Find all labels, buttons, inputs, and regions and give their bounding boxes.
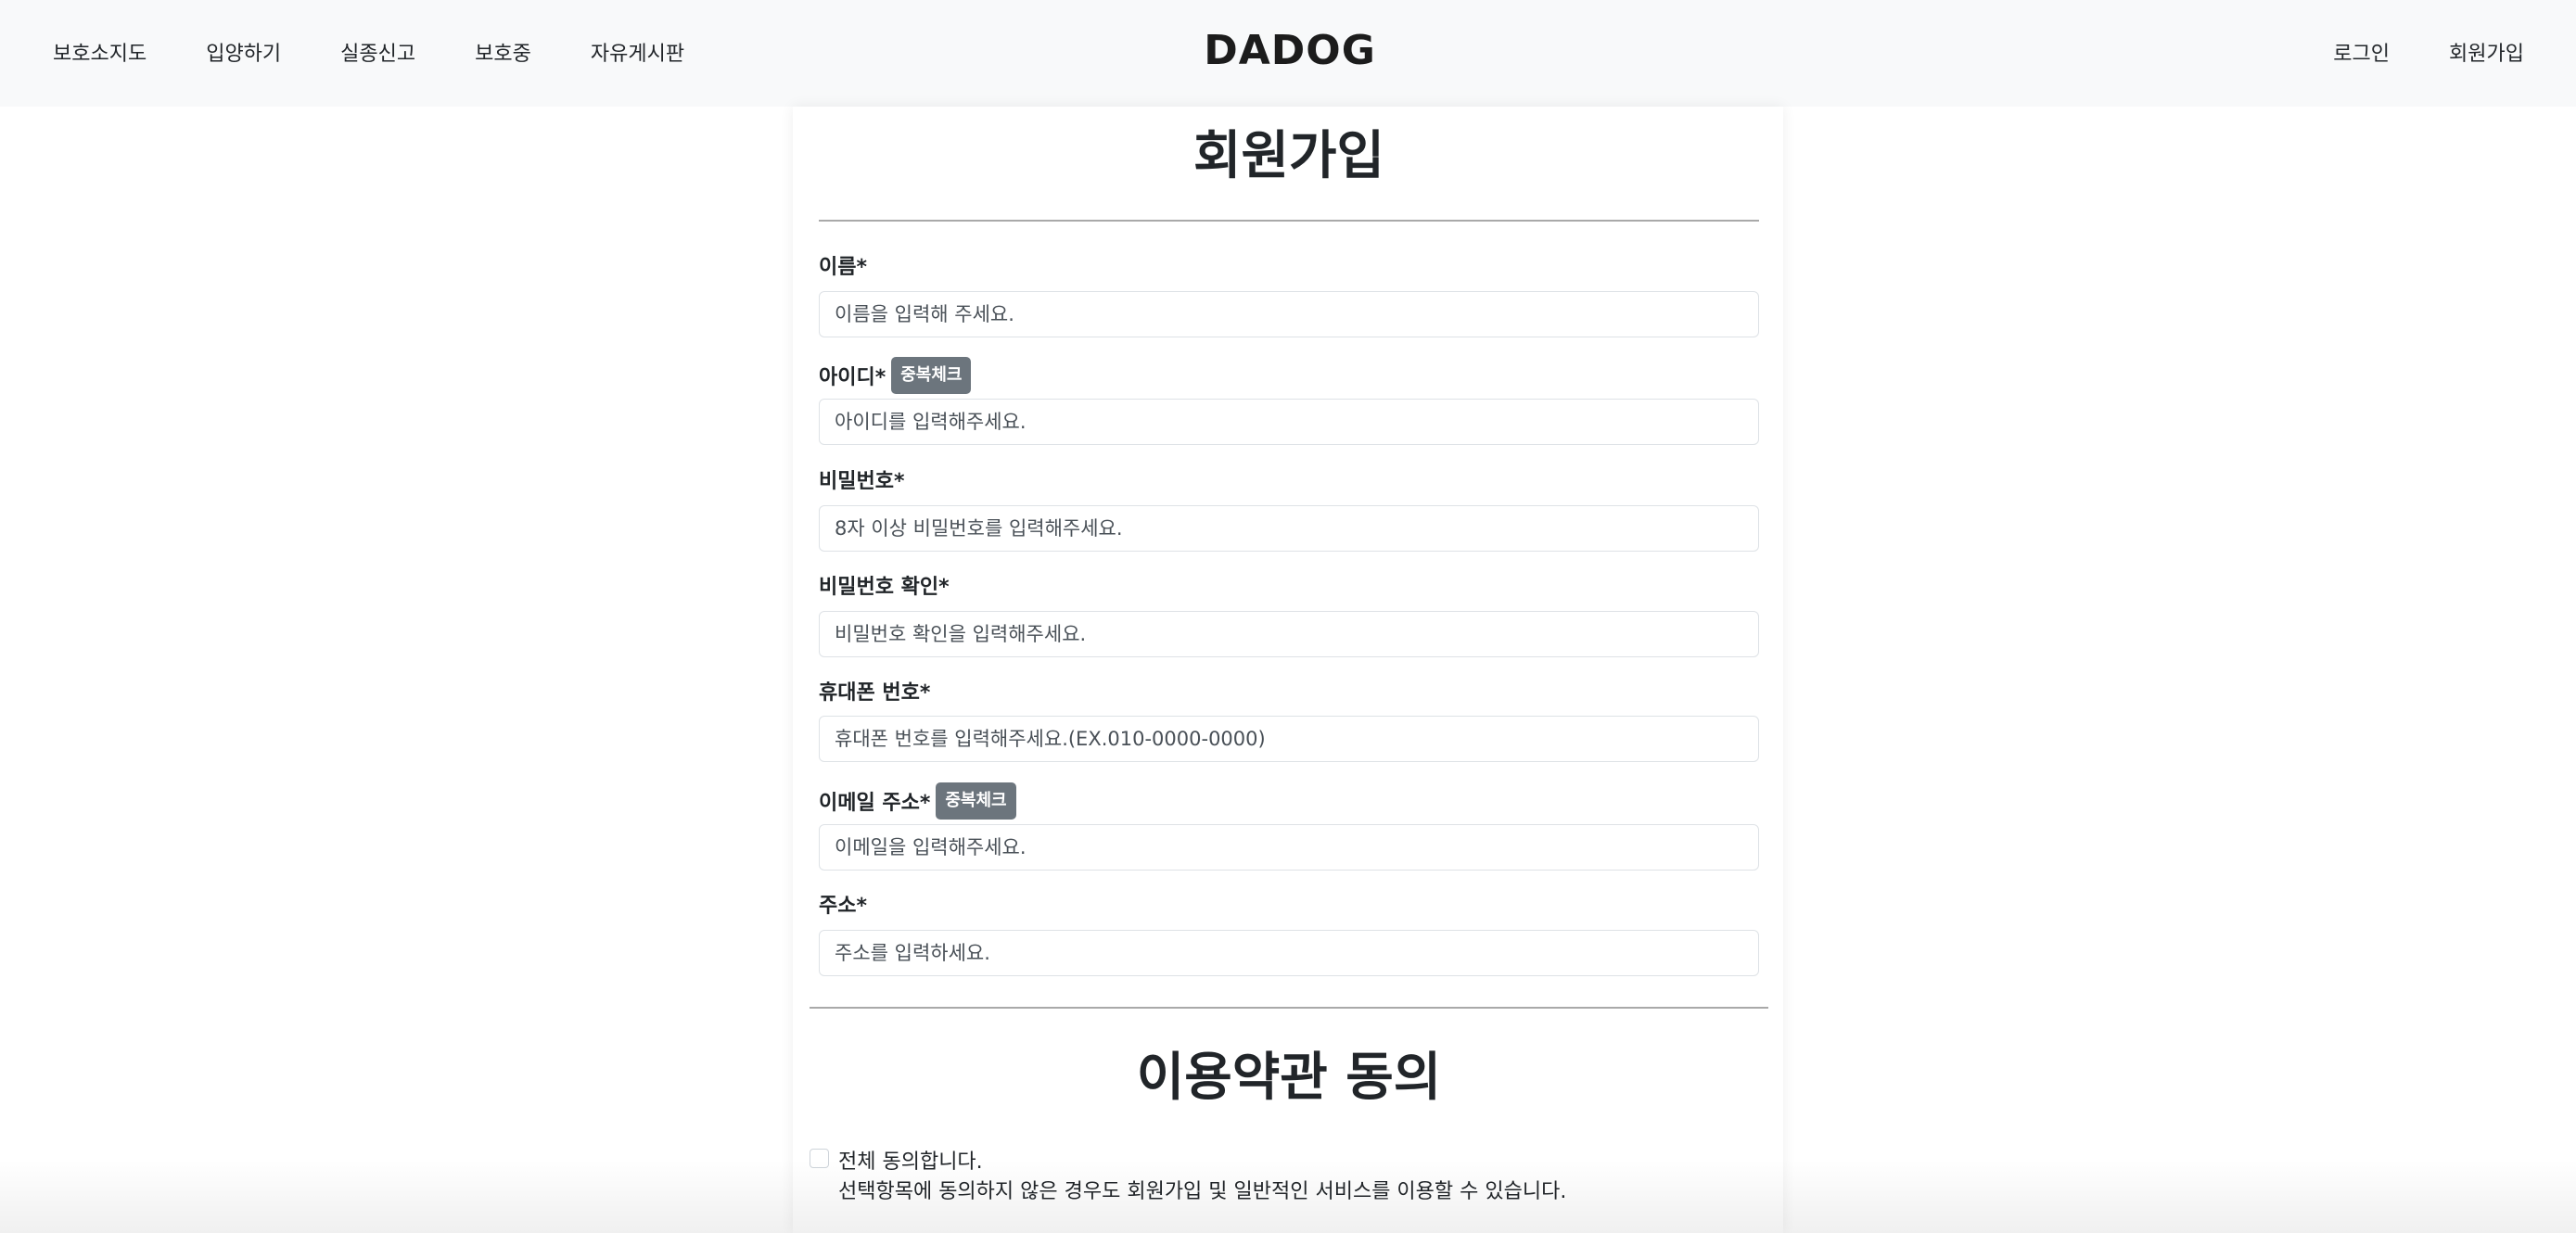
- address-label-text: 주소*: [819, 895, 867, 918]
- signup-card: 회원가입 이름* 아이디* 중복체크 비밀번호* 비밀번호 확인*: [793, 107, 1783, 1233]
- nav-signup[interactable]: 회원가입: [2449, 37, 2524, 67]
- terms-title: 이용약관 동의: [1136, 1048, 1442, 1108]
- address-input[interactable]: [819, 930, 1759, 976]
- top-navbar: 보호소지도 입양하기 실종신고 보호중 자유게시판 DADOG 로그인 회원가입: [0, 0, 2576, 107]
- id-input[interactable]: [819, 399, 1759, 445]
- logo-text: DADOG: [1204, 27, 1376, 74]
- agree-all-label[interactable]: 전체 동의합니다.: [838, 1145, 983, 1175]
- password-label-text: 비밀번호*: [819, 470, 905, 493]
- signup-page: 보호소지도 입양하기 실종신고 보호중 자유게시판 DADOG 로그인 회원가입…: [0, 0, 2576, 1233]
- name-label-text: 이름*: [819, 256, 867, 279]
- password-label: 비밀번호*: [819, 464, 904, 494]
- email-input[interactable]: [819, 824, 1759, 871]
- nav-in-protection[interactable]: 보호중: [475, 37, 531, 67]
- account-nav: 로그인 회원가입: [2274, 0, 2524, 104]
- phone-input[interactable]: [819, 716, 1759, 762]
- agree-all-checkbox[interactable]: [810, 1149, 829, 1168]
- address-label: 주소*: [819, 889, 867, 919]
- email-duplicate-check-button[interactable]: 중복체크: [936, 782, 1016, 820]
- title-divider: [819, 220, 1759, 222]
- nav-login[interactable]: 로그인: [2333, 37, 2390, 67]
- name-label: 이름*: [819, 250, 867, 280]
- password-confirm-input[interactable]: [819, 611, 1759, 657]
- nav-shelter-map[interactable]: 보호소지도: [53, 37, 147, 67]
- email-label: 이메일 주소* 중복체크: [819, 782, 1016, 820]
- email-label-text: 이메일 주소*: [819, 792, 931, 815]
- page-title: 회원가입: [1192, 126, 1385, 186]
- nav-free-board[interactable]: 자유게시판: [591, 37, 684, 67]
- phone-label: 휴대폰 번호*: [819, 676, 930, 705]
- password-input[interactable]: [819, 505, 1759, 552]
- phone-label-text: 휴대폰 번호*: [819, 681, 931, 705]
- nav-missing-report[interactable]: 실종신고: [340, 37, 415, 67]
- id-duplicate-check-button[interactable]: 중복체크: [891, 357, 972, 394]
- section-divider: [810, 1007, 1768, 1009]
- name-input[interactable]: [819, 291, 1759, 337]
- nav-adopt[interactable]: 입양하기: [206, 37, 281, 67]
- password-confirm-label-text: 비밀번호 확인*: [819, 576, 950, 599]
- site-logo[interactable]: DADOG: [1204, 27, 1376, 74]
- agree-all-description: 선택항목에 동의하지 않은 경우도 회원가입 및 일반적인 서비스를 이용할 수…: [838, 1180, 1567, 1203]
- id-label: 아이디* 중복체크: [819, 357, 972, 394]
- main-nav: 보호소지도 입양하기 실종신고 보호중 자유게시판: [53, 0, 744, 104]
- id-label-text: 아이디*: [819, 366, 886, 389]
- password-confirm-label: 비밀번호 확인*: [819, 570, 950, 600]
